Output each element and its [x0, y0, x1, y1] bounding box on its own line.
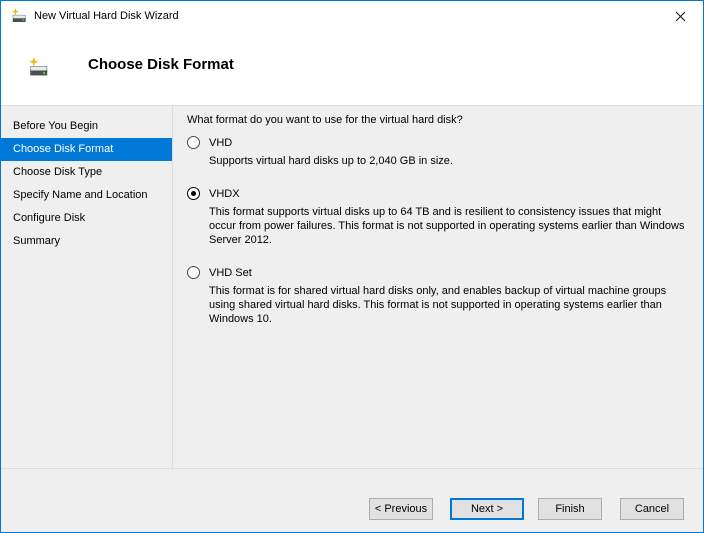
description-vhd: Supports virtual hard disks up to 2,040 … [209, 155, 453, 167]
wizard-header: Choose Disk Format [1, 31, 703, 105]
description-vhdx: This format supports virtual disks up to… [209, 206, 685, 246]
option-vhdx: VHDX This format supports virtual disks … [187, 186, 689, 247]
radio-vhd[interactable]: VHD [187, 135, 689, 150]
wizard-footer: < Previous Next > Finish Cancel [1, 468, 703, 532]
sidebar-item-choose-disk-format[interactable]: Choose Disk Format [1, 138, 172, 161]
description-vhd-set: This format is for shared virtual hard d… [209, 285, 667, 325]
option-vhd: VHD Supports virtual hard disks up to 2,… [187, 135, 689, 168]
sidebar-item-specify-name-and-location[interactable]: Specify Name and Location [1, 184, 172, 207]
option-vhd-set: VHD Set This format is for shared virtua… [187, 265, 689, 326]
window-title: New Virtual Hard Disk Wizard [34, 10, 179, 22]
wizard-body: Before You Begin Choose Disk Format Choo… [1, 105, 703, 468]
sidebar-item-before-you-begin[interactable]: Before You Begin [1, 115, 172, 138]
wizard-steps-sidebar: Before You Begin Choose Disk Format Choo… [1, 106, 173, 468]
sidebar-item-choose-disk-type[interactable]: Choose Disk Type [1, 161, 172, 184]
radio-icon-vhd[interactable] [187, 136, 200, 149]
close-button[interactable] [658, 1, 703, 31]
radio-label-vhdx[interactable]: VHDX [209, 188, 240, 200]
cancel-button[interactable]: Cancel [620, 498, 684, 520]
radio-vhd-set[interactable]: VHD Set [187, 265, 689, 280]
titlebar: New Virtual Hard Disk Wizard [1, 1, 703, 31]
radio-icon-vhd-set[interactable] [187, 266, 200, 279]
sidebar-item-configure-disk[interactable]: Configure Disk [1, 207, 172, 230]
finish-button[interactable]: Finish [538, 498, 602, 520]
radio-label-vhd[interactable]: VHD [209, 137, 232, 149]
format-question-label: What format do you want to use for the v… [187, 114, 463, 126]
previous-button[interactable]: < Previous [369, 498, 433, 520]
wizard-window: New Virtual Hard Disk Wizard Choose Disk… [0, 0, 704, 533]
sidebar-item-summary[interactable]: Summary [1, 230, 172, 253]
next-button[interactable]: Next > [450, 498, 524, 520]
close-icon [675, 11, 686, 21]
new-virtual-hard-disk-icon [11, 8, 26, 22]
radio-vhdx[interactable]: VHDX [187, 186, 689, 201]
radio-label-vhd-set[interactable]: VHD Set [209, 267, 252, 279]
page-title: Choose Disk Format [88, 56, 234, 73]
radio-icon-vhdx[interactable] [187, 187, 200, 200]
wizard-page-content: What format do you want to use for the v… [174, 106, 703, 468]
new-virtual-hard-disk-icon [29, 57, 48, 76]
